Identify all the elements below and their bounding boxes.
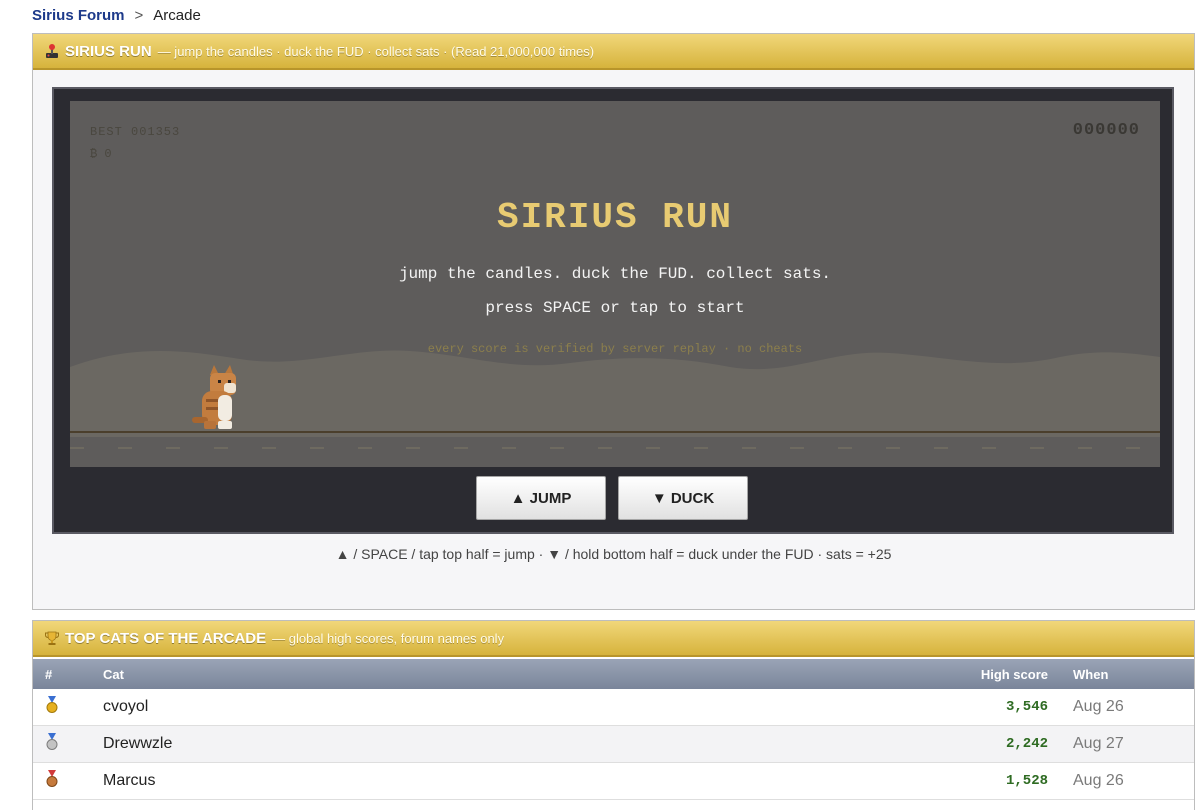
silver-medal-icon [45,732,75,756]
start-prompt: press SPACE or tap to start [485,299,745,317]
game-panel-title: SIRIUS RUN [65,42,152,60]
scores-panel-subtitle: — global high scores, forum names only [272,630,505,646]
jump-button[interactable]: ▲ JUMP [476,476,606,520]
cat-player-sprite [192,365,236,429]
score-value: 2,242 [1005,736,1048,752]
joystick-icon [43,42,61,60]
score-date: Aug 26 [1073,772,1124,789]
controls-help-text: ▲ / SPACE / tap top half = jump · ▼ / ho… [335,546,892,562]
game-panel: SIRIUS RUN — jump the candles · duck the… [32,33,1195,610]
gold-medal-icon [45,695,75,719]
scores-panel-title: TOP CATS OF THE ARCADE [65,629,267,647]
duck-button[interactable]: ▼ DUCK [618,476,748,520]
game-frame: BEST 001353 ₿ 0 000000 SIRIUS RUN jump t… [52,87,1174,534]
column-rank[interactable]: # [45,667,75,682]
score-cat-name[interactable]: cvoyol [103,698,148,716]
scores-table-header: # Cat High score When [33,659,1194,689]
breadcrumb: Sirius Forum > Arcade [32,7,201,24]
table-row: Marcus 1,528 Aug 26 [33,763,1194,800]
column-when[interactable]: When [1073,667,1108,682]
game-title: SIRIUS RUN [496,197,734,238]
game-panel-header: SIRIUS RUN — jump the candles · duck the… [33,34,1194,70]
best-score-display: BEST 001353 [90,125,181,139]
score-cat-name[interactable]: Drewwzle [103,735,172,753]
sats-counter: ₿ 0 [90,147,112,161]
scores-panel-header: TOP CATS OF THE ARCADE — global high sco… [33,621,1194,657]
breadcrumb-separator: > [134,7,144,24]
column-high-score[interactable]: High score [981,667,1048,682]
scores-panel: TOP CATS OF THE ARCADE — global high sco… [32,620,1195,810]
column-cat[interactable]: Cat [103,667,124,682]
ground-line [70,431,1160,433]
breadcrumb-current: Arcade [153,7,201,24]
trophy-icon [43,629,61,647]
bronze-medal-icon [45,769,75,793]
game-tagline: jump the candles. duck the FUD. collect … [398,265,832,283]
score-value: 3,546 [1005,699,1048,715]
score-cat-name[interactable]: Marcus [103,772,155,790]
current-score-display: 000000 [1072,121,1140,140]
score-date: Aug 27 [1073,735,1124,752]
verification-note: every score is verified by server replay… [427,342,803,356]
breadcrumb-forum-link[interactable]: Sirius Forum [32,7,125,24]
table-row: cvoyol 3,546 Aug 26 [33,689,1194,726]
score-date: Aug 26 [1073,698,1124,715]
table-row: Drewwzle 2,242 Aug 27 [33,726,1194,763]
game-panel-subtitle: — jump the candles · duck the FUD · coll… [157,43,595,59]
game-canvas[interactable]: BEST 001353 ₿ 0 000000 SIRIUS RUN jump t… [70,101,1160,467]
ground-dashes [70,447,1140,449]
score-value: 1,528 [1005,773,1048,789]
